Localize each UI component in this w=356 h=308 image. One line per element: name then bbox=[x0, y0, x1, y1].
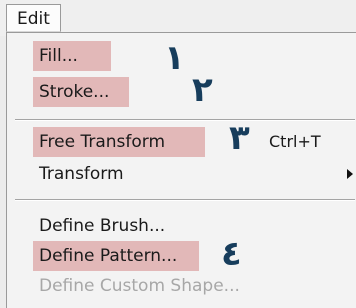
menu-item-free-transform[interactable]: Free Transform Ctrl+T bbox=[7, 127, 356, 157]
menu-item-shortcut: Ctrl+T bbox=[269, 132, 321, 151]
menu-item-label: Stroke... bbox=[39, 82, 110, 102]
menu-separator bbox=[15, 199, 355, 201]
menu-item-define-pattern[interactable]: Define Pattern... bbox=[7, 241, 356, 271]
edit-dropdown-menu: Fill... ١ Stroke... ٢ Free Transform Ctr… bbox=[6, 32, 356, 308]
menu-item-define-custom-shape: Define Custom Shape... bbox=[7, 271, 356, 301]
menu-item-define-brush[interactable]: Define Brush... bbox=[7, 211, 356, 241]
submenu-arrow-icon bbox=[347, 169, 353, 179]
menu-item-transform[interactable]: Transform bbox=[7, 159, 356, 189]
menu-item-label: Transform bbox=[39, 164, 124, 184]
annotation-number-2: ٢ bbox=[192, 70, 213, 110]
annotation-number-3: ٣ bbox=[229, 118, 250, 158]
edit-menu-title[interactable]: Edit bbox=[6, 4, 61, 32]
annotation-number-4: ٤ bbox=[221, 234, 242, 274]
menu-item-label: Free Transform bbox=[39, 132, 166, 152]
menu-item-label: Define Brush... bbox=[39, 216, 166, 236]
menu-item-label: Fill... bbox=[39, 46, 78, 66]
annotation-number-1: ١ bbox=[164, 38, 185, 78]
menu-item-label: Define Custom Shape... bbox=[39, 276, 240, 296]
menu-item-stroke[interactable]: Stroke... bbox=[7, 77, 356, 107]
menu-bar: Edit bbox=[0, 0, 356, 36]
menu-separator bbox=[15, 119, 355, 121]
menu-item-label: Define Pattern... bbox=[39, 246, 178, 266]
